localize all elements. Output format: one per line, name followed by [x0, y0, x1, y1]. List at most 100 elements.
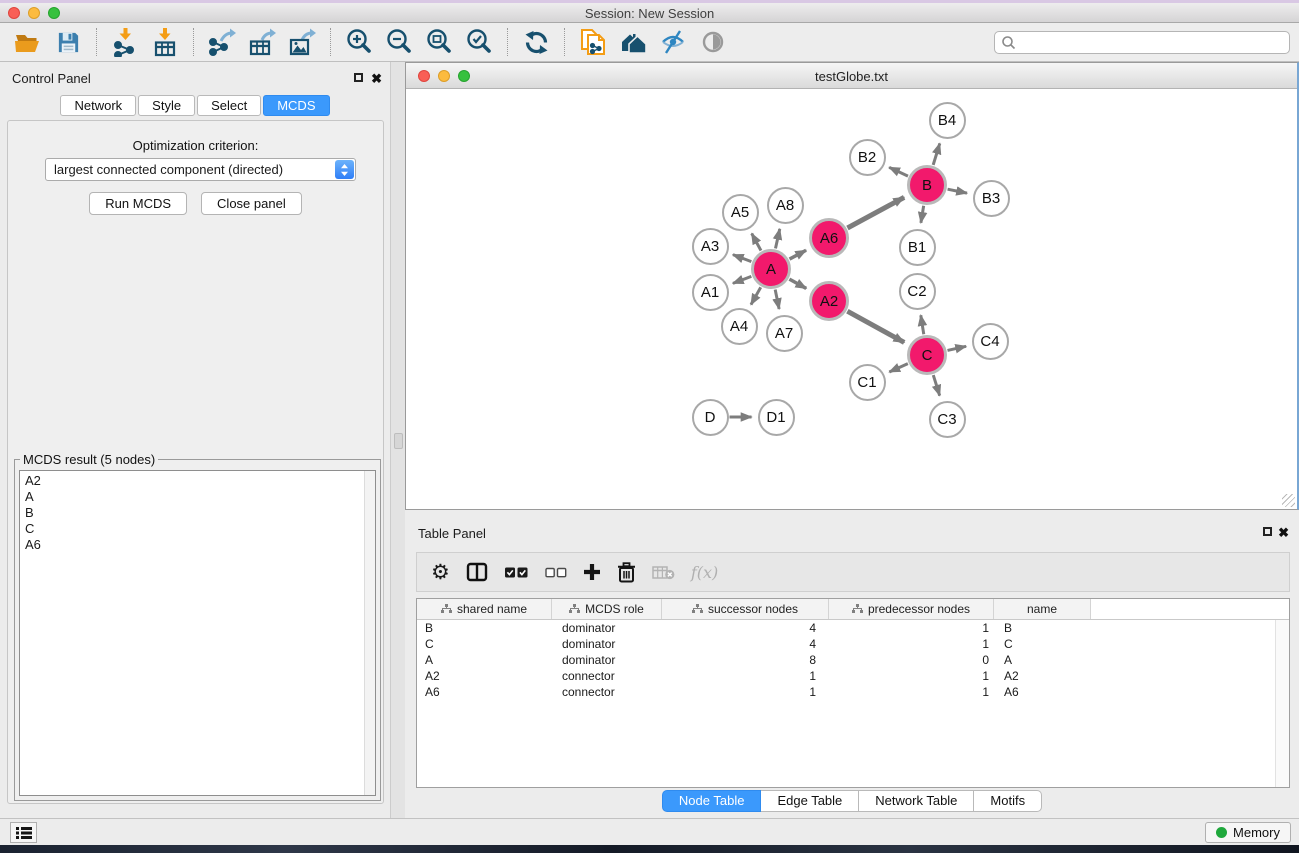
network-canvas[interactable]: B4B2BB3A8A5A6A3B1AC2A1A2A4A7C4CC1DD1C3 [406, 89, 1297, 509]
graph-node-C[interactable]: C [907, 335, 947, 375]
float-table-panel-icon[interactable] [1263, 527, 1272, 536]
column-header-successor-nodes[interactable]: successor nodes [662, 599, 829, 619]
tab-style[interactable]: Style [138, 95, 195, 116]
table-cell[interactable]: A6 [994, 685, 1091, 699]
table-row[interactable]: Cdominator41C [417, 636, 1289, 652]
graph-node-B[interactable]: B [907, 165, 947, 205]
table-cell[interactable]: A [417, 653, 552, 667]
graph-edge[interactable] [933, 143, 940, 165]
table-row[interactable]: Adominator80A [417, 652, 1289, 668]
graph-node-A8[interactable]: A8 [767, 187, 804, 224]
import-network-button[interactable] [108, 26, 142, 58]
search-input[interactable] [1016, 36, 1283, 50]
graph-edge[interactable] [889, 167, 908, 176]
toolbar-search[interactable] [994, 31, 1290, 54]
criterion-dropdown[interactable]: largest connected component (directed) [45, 158, 356, 181]
table-cell[interactable]: B [417, 621, 552, 635]
mcds-result-item[interactable]: A [20, 489, 375, 505]
deselect-all-columns-button[interactable] [545, 567, 567, 578]
delete-table-button-disabled[interactable] [652, 564, 675, 580]
graph-edge[interactable] [790, 250, 807, 259]
graph-edge[interactable] [921, 206, 924, 223]
tab-node-table[interactable]: Node Table [662, 790, 762, 812]
graph-node-C4[interactable]: C4 [972, 323, 1009, 360]
table-cell[interactable]: dominator [552, 653, 662, 667]
graph-node-D1[interactable]: D1 [758, 399, 795, 436]
graph-edge[interactable] [733, 276, 751, 283]
table-cell[interactable]: connector [552, 685, 662, 699]
table-cell[interactable]: 1 [829, 685, 994, 699]
table-cell[interactable]: C [417, 637, 552, 651]
graph-node-A3[interactable]: A3 [692, 228, 729, 265]
graph-node-B3[interactable]: B3 [973, 180, 1010, 217]
zoom-out-button[interactable] [382, 26, 416, 58]
graph-node-C2[interactable]: C2 [899, 273, 936, 310]
graph-edge[interactable] [847, 311, 904, 342]
table-cell[interactable]: 0 [829, 653, 994, 667]
table-settings-button[interactable]: ⚙ [431, 562, 450, 583]
tab-network-table[interactable]: Network Table [859, 790, 974, 812]
table-cell[interactable]: 1 [662, 685, 829, 699]
close-panel-icon[interactable]: ✖ [371, 72, 382, 85]
export-image-button[interactable] [285, 26, 319, 58]
graph-node-A2[interactable]: A2 [809, 281, 849, 321]
table-cell[interactable]: 8 [662, 653, 829, 667]
graph-edge[interactable] [847, 197, 904, 228]
table-row[interactable]: A6connector11A6 [417, 684, 1289, 700]
import-table-button[interactable] [148, 26, 182, 58]
export-table-button[interactable] [245, 26, 279, 58]
graph-node-A6[interactable]: A6 [809, 218, 849, 258]
graph-node-A[interactable]: A [751, 249, 791, 289]
table-scrollbar[interactable] [1275, 620, 1289, 787]
table-cell[interactable]: 1 [662, 669, 829, 683]
memory-button[interactable]: Memory [1205, 822, 1291, 843]
delete-column-button[interactable] [617, 562, 636, 583]
zoom-in-button[interactable] [342, 26, 376, 58]
graph-edge[interactable] [933, 375, 939, 396]
graph-edge[interactable] [775, 229, 779, 249]
resize-gripper-icon[interactable] [1282, 494, 1295, 507]
mcds-result-item[interactable]: C [20, 521, 375, 537]
table-row[interactable]: A2connector11A2 [417, 668, 1289, 684]
graph-edge[interactable] [775, 290, 779, 309]
graph-node-D[interactable]: D [692, 399, 729, 436]
table-cell[interactable]: 1 [829, 637, 994, 651]
column-header-shared-name[interactable]: shared name [417, 599, 552, 619]
column-header-name[interactable]: name [994, 599, 1091, 619]
table-cell[interactable]: A6 [417, 685, 552, 699]
zoom-selected-button[interactable] [462, 26, 496, 58]
table-cell[interactable]: dominator [552, 621, 662, 635]
zoom-fit-button[interactable] [422, 26, 456, 58]
table-cell[interactable]: B [994, 621, 1091, 635]
tab-select[interactable]: Select [197, 95, 261, 116]
tab-mcds[interactable]: MCDS [263, 95, 329, 116]
close-table-panel-icon[interactable]: ✖ [1278, 526, 1289, 539]
table-cell[interactable]: A2 [994, 669, 1091, 683]
close-panel-button[interactable]: Close panel [201, 192, 302, 215]
graph-node-B1[interactable]: B1 [899, 229, 936, 266]
graph-node-A7[interactable]: A7 [766, 315, 803, 352]
task-history-button[interactable] [10, 822, 37, 843]
tab-edge-table[interactable]: Edge Table [761, 790, 859, 812]
add-column-button[interactable] [583, 563, 601, 581]
table-cell[interactable]: 1 [829, 621, 994, 635]
mcds-result-item[interactable]: B [20, 505, 375, 521]
table-cell[interactable]: C [994, 637, 1091, 651]
table-cell[interactable]: dominator [552, 637, 662, 651]
column-header-mcds-role[interactable]: MCDS role [552, 599, 662, 619]
tab-motifs[interactable]: Motifs [974, 790, 1042, 812]
vertical-splitter-handle[interactable] [394, 433, 403, 449]
graph-edge[interactable] [752, 234, 761, 251]
mcds-result-item[interactable]: A6 [20, 537, 375, 553]
select-all-columns-button[interactable] [504, 566, 529, 579]
tab-network[interactable]: Network [60, 95, 136, 116]
graph-node-B2[interactable]: B2 [849, 139, 886, 176]
run-mcds-button[interactable]: Run MCDS [89, 192, 187, 215]
graph-edge[interactable] [921, 315, 924, 334]
show-columns-button[interactable] [466, 562, 488, 582]
hide-details-button[interactable] [656, 26, 690, 58]
graph-edge[interactable] [733, 255, 751, 262]
show-all-networks-button[interactable] [616, 26, 650, 58]
graph-edge[interactable] [947, 346, 966, 350]
result-scrollbar[interactable] [364, 471, 375, 795]
